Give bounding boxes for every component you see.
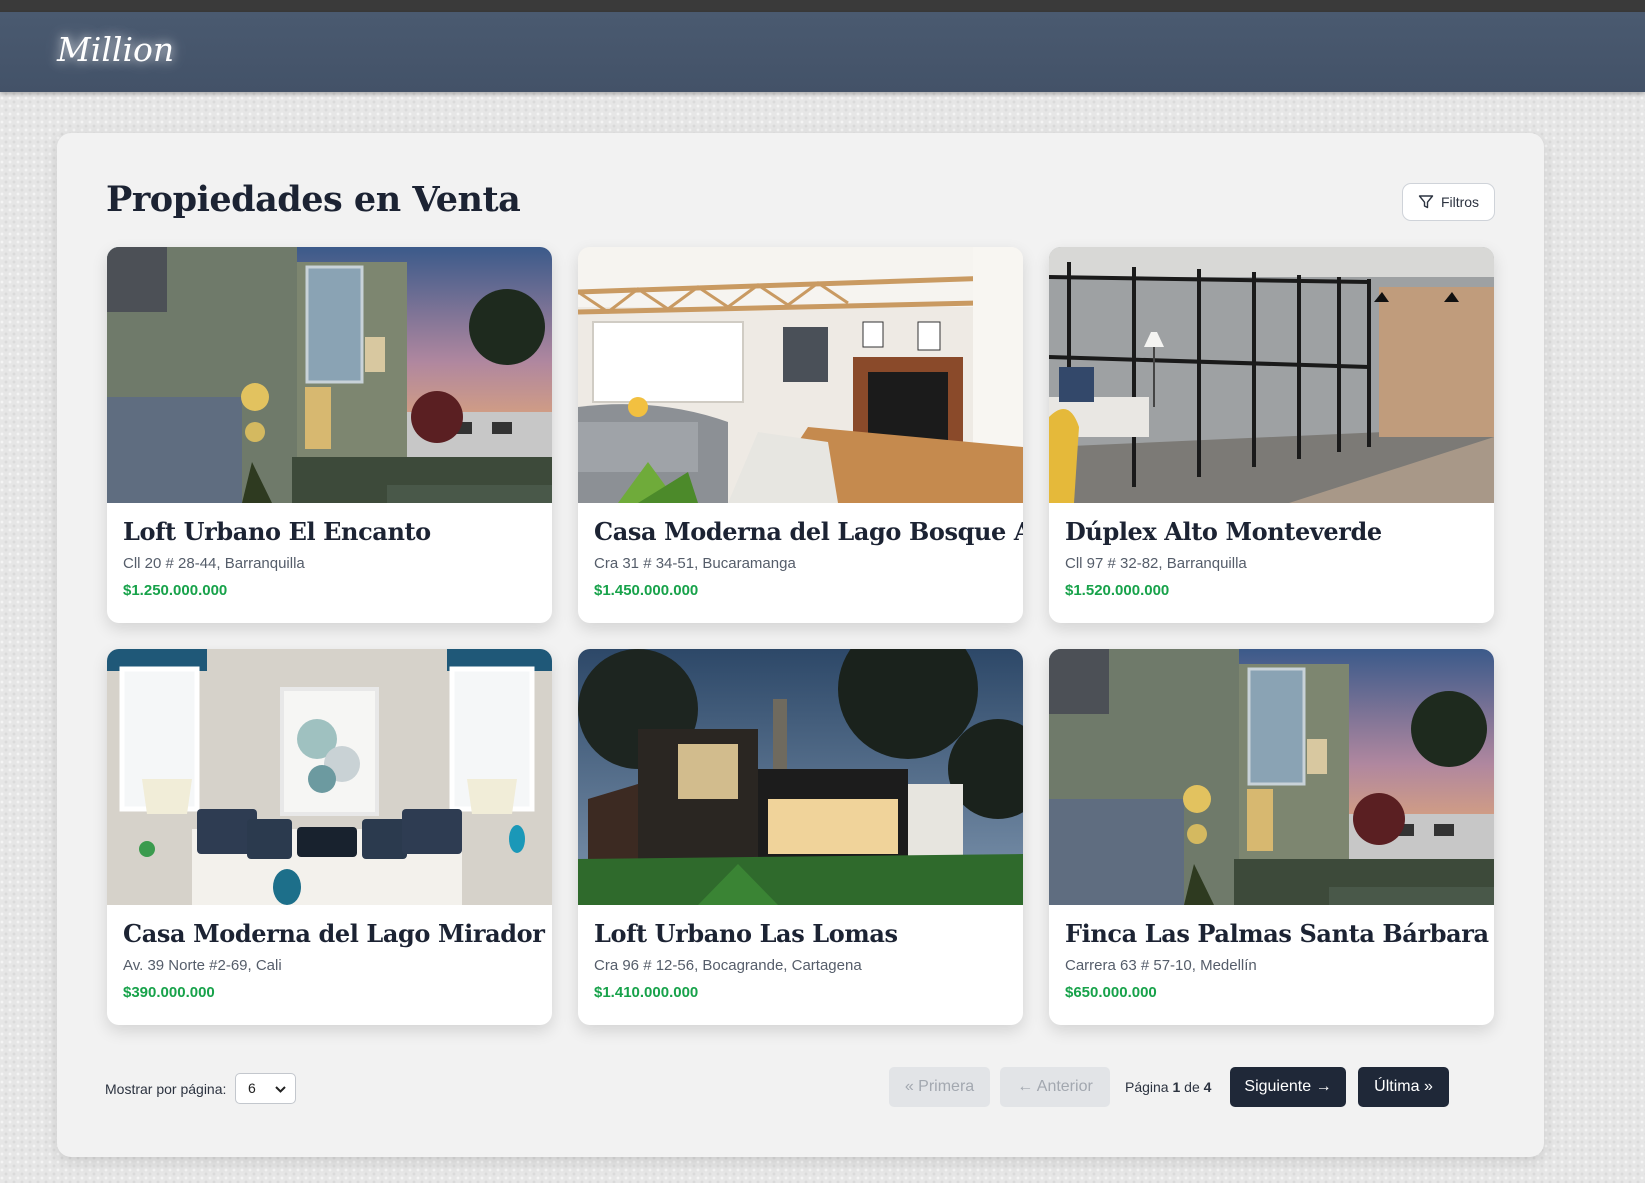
browser-top-strip [0,0,1645,12]
property-title[interactable]: Loft Urbano Las Lomas [594,919,1007,948]
brand-logo[interactable]: Million [57,30,174,69]
property-photo [107,649,552,905]
property-address: Cll 97 # 32-82, Barranquilla [1065,555,1247,572]
property-photo [578,247,1023,503]
property-address: Cll 20 # 28-44, Barranquilla [123,555,305,572]
chevron-down-icon [275,1086,286,1093]
property-price: $1.410.000.000 [594,984,699,1001]
filters-button[interactable]: Filtros [1402,183,1495,221]
property-photo [1049,649,1494,905]
property-card[interactable]: Casa Moderna del Lago Mirador 360 Av. 39… [107,649,552,1025]
property-address: Av. 39 Norte #2-69, Cali [123,957,282,974]
navbar: Million [0,12,1645,92]
page-word: Página [1125,1079,1169,1095]
page-title: Propiedades en Venta [106,179,521,220]
per-page-label: Mostrar por página: [105,1081,227,1097]
property-price: $1.250.000.000 [123,582,228,599]
property-photo [1049,247,1494,503]
filters-label: Filtros [1440,194,1480,210]
listings-panel: Propiedades en Venta Filtros Loft Urbano… [57,133,1544,1157]
property-card[interactable]: Loft Urbano El Encanto Cll 20 # 28-44, B… [107,247,552,623]
property-address: Cra 31 # 34-51, Bucaramanga [594,555,796,572]
first-page-button[interactable]: « Primera [889,1067,990,1107]
property-price: $650.000.000 [1065,984,1157,1001]
page-indicator: Página 1 de 4 [1125,1079,1211,1095]
pagination-bar: Mostrar por página: 6 « Primera ← Anteri… [105,1067,1497,1111]
per-page-value: 6 [248,1080,256,1096]
of-word: de [1184,1079,1200,1095]
property-price: $1.520.000.000 [1065,582,1170,599]
property-title[interactable]: Dúplex Alto Monteverde [1065,517,1478,546]
property-price: $1.450.000.000 [594,582,699,599]
property-title[interactable]: Casa Moderna del Lago Mirador 360 [123,919,552,948]
property-address: Carrera 63 # 57-10, Medellín [1065,957,1257,974]
property-card[interactable]: Dúplex Alto Monteverde Cll 97 # 32-82, B… [1049,247,1494,623]
total-pages: 4 [1203,1079,1212,1095]
previous-page-button[interactable]: ← Anterior [1000,1067,1110,1107]
property-title[interactable]: Casa Moderna del Lago Bosque Alto [594,517,1023,546]
property-card[interactable]: Finca Las Palmas Santa Bárbara Carrera 6… [1049,649,1494,1025]
filter-icon [1418,195,1434,209]
property-photo [107,247,552,503]
last-page-button[interactable]: Última » [1358,1067,1449,1107]
property-card[interactable]: Loft Urbano Las Lomas Cra 96 # 12-56, Bo… [578,649,1023,1025]
property-price: $390.000.000 [123,984,215,1001]
current-page: 1 [1172,1079,1181,1095]
property-photo [578,649,1023,905]
per-page-select[interactable]: 6 [235,1073,296,1104]
property-address: Cra 96 # 12-56, Bocagrande, Cartagena [594,957,862,974]
property-grid: Loft Urbano El Encanto Cll 20 # 28-44, B… [107,247,1497,1025]
next-page-button[interactable]: Siguiente → [1230,1067,1346,1107]
property-title[interactable]: Loft Urbano El Encanto [123,517,536,546]
property-title[interactable]: Finca Las Palmas Santa Bárbara [1065,919,1489,948]
property-card[interactable]: Casa Moderna del Lago Bosque Alto Cra 31… [578,247,1023,623]
